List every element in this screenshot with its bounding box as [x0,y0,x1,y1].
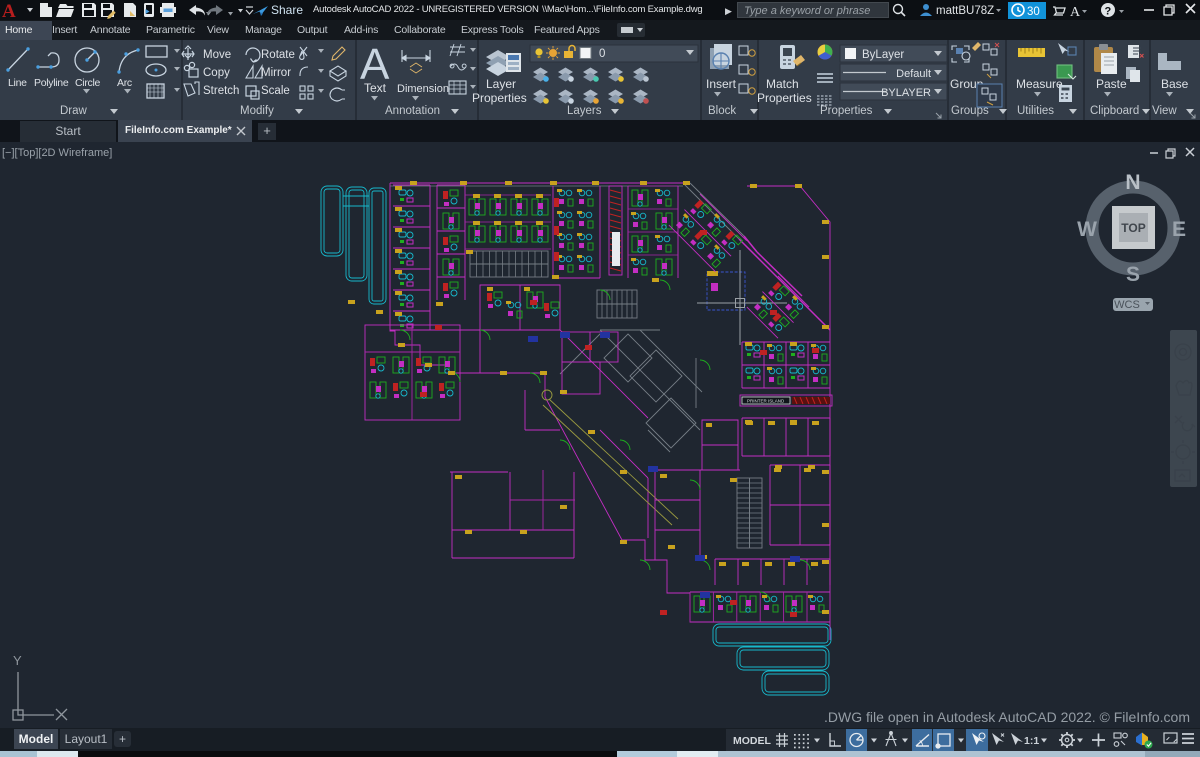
svg-text:WCS: WCS [1114,299,1140,311]
svg-text:ByLayer: ByLayer [862,49,904,61]
svg-text:Properties: Properties [757,91,812,105]
svg-text:Base: Base [1161,77,1189,91]
svg-text:TOP: TOP [1121,221,1145,235]
svg-text:mattBU78Z: mattBU78Z [936,5,994,17]
svg-text:W: W [1077,218,1097,241]
svg-text:Polyline: Polyline [34,77,69,89]
svg-text:Rotate: Rotate [261,49,295,61]
svg-text:1:1: 1:1 [1024,735,1039,747]
svg-text:Insert: Insert [706,77,737,91]
svg-text:Paste: Paste [1096,77,1127,91]
svg-text:Dimension: Dimension [397,83,449,95]
svg-text:Match: Match [766,77,799,91]
svg-text:Share: Share [271,3,303,17]
svg-text:A: A [2,1,16,20]
svg-text:PRINTER ISLAND: PRINTER ISLAND [747,399,785,404]
svg-text:N: N [1125,171,1140,194]
svg-text:?: ? [1105,6,1112,18]
svg-text:BYLAYER: BYLAYER [881,87,931,99]
svg-text:E: E [1172,218,1186,241]
svg-text:Arc: Arc [117,77,132,89]
svg-text:Y: Y [13,653,22,668]
svg-text:A: A [1070,5,1081,19]
svg-text:Mirror: Mirror [261,67,291,79]
svg-text:Move: Move [203,49,231,61]
svg-text:Circle: Circle [75,77,100,89]
svg-text:Text: Text [364,81,387,95]
svg-text:Line: Line [8,77,27,89]
svg-text:S: S [1126,263,1140,286]
svg-text:Measure: Measure [1016,77,1063,91]
svg-text:Layer: Layer [486,77,516,91]
svg-text:Copy: Copy [203,67,230,79]
svg-text:Scale: Scale [261,85,290,97]
svg-text:Stretch: Stretch [203,85,239,97]
svg-text:Properties: Properties [472,91,527,105]
svg-text:0: 0 [599,48,605,60]
svg-text:30: 30 [1027,6,1040,18]
svg-text:Default: Default [896,68,931,80]
